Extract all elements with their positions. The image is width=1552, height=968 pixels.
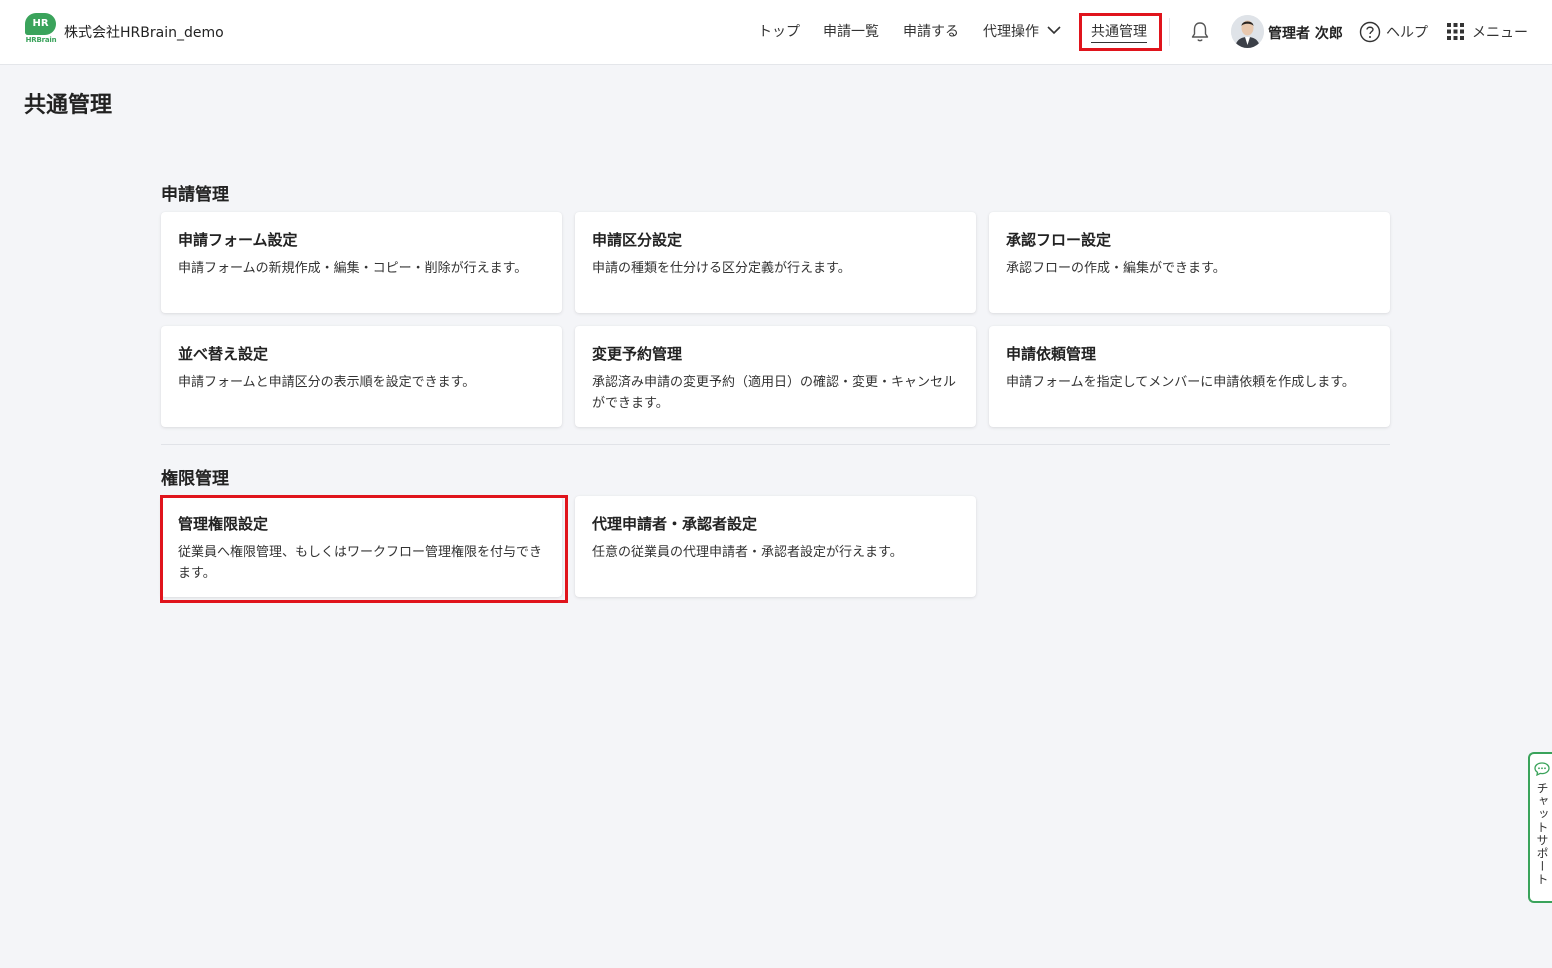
- bell-icon[interactable]: [1190, 21, 1210, 43]
- user-avatar[interactable]: [1231, 15, 1264, 48]
- card-title: 承認フロー設定: [1006, 231, 1112, 249]
- card-description: 承認フローの作成・編集ができます。: [1006, 261, 1226, 276]
- card-description: 承認済み申請の変更予約（適用日）の確認・変更・キャンセルができます。: [592, 375, 957, 411]
- help-icon[interactable]: [1359, 21, 1381, 43]
- card-proxy-applicant-approver-settings[interactable]: 代理申請者・承認者設定 任意の従業員の代理申請者・承認者設定が行えます。: [575, 496, 976, 597]
- nav-proxy-operation[interactable]: 代理操作: [983, 21, 1039, 41]
- card-description: 申請フォームの新規作成・編集・コピー・削除が行えます。: [178, 261, 528, 276]
- card-application-request-management[interactable]: 申請依頼管理 申請フォームを指定してメンバーに申請依頼を作成します。: [989, 326, 1390, 427]
- company-name: 株式会社HRBrain_demo: [64, 25, 224, 41]
- card-title: 申請依頼管理: [1006, 345, 1097, 363]
- user-name[interactable]: 管理者 次郎: [1268, 23, 1343, 43]
- card-application-category-settings[interactable]: 申請区分設定 申請の種類を仕分ける区分定義が行えます。: [575, 212, 976, 313]
- section-title-permission: 権限管理: [161, 469, 229, 489]
- logo-bubble: HR: [25, 13, 56, 35]
- avatar-person-icon: [1231, 15, 1264, 48]
- nav-common-management[interactable]: 共通管理: [1091, 21, 1147, 43]
- hrbrain-logo[interactable]: HR HRBrain: [24, 13, 58, 47]
- card-sort-settings[interactable]: 並べ替え設定 申請フォームと申請区分の表示順を設定できます。: [161, 326, 562, 427]
- nav-application-list[interactable]: 申請一覧: [823, 21, 879, 41]
- card-application-form-settings[interactable]: 申請フォーム設定 申請フォームの新規作成・編集・コピー・削除が行えます。: [161, 212, 562, 313]
- chat-support-tab[interactable]: チャットサポート: [1528, 752, 1552, 903]
- card-approval-flow-settings[interactable]: 承認フロー設定 承認フローの作成・編集ができます。: [989, 212, 1390, 313]
- card-description: 任意の従業員の代理申請者・承認者設定が行えます。: [592, 545, 903, 560]
- chat-support-label: チャットサポート: [1535, 782, 1549, 886]
- card-title: 管理権限設定: [178, 515, 269, 533]
- card-change-reservation-management[interactable]: 変更予約管理 承認済み申請の変更予約（適用日）の確認・変更・キャンセルができます…: [575, 326, 976, 427]
- app-header: HR HRBrain 株式会社HRBrain_demo トップ 申請一覧 申請す…: [0, 0, 1552, 65]
- card-title: 代理申請者・承認者設定: [592, 515, 758, 533]
- menu-link[interactable]: メニュー: [1472, 22, 1528, 42]
- nav-top[interactable]: トップ: [758, 21, 800, 41]
- card-admin-permission-settings[interactable]: 管理権限設定 従業員へ権限管理、もしくはワークフロー管理権限を付与できます。: [161, 496, 562, 597]
- logo-subtext: HRBrain: [25, 36, 57, 44]
- help-link[interactable]: ヘルプ: [1386, 22, 1428, 42]
- section-title-application: 申請管理: [161, 185, 229, 205]
- card-description: 申請フォームを指定してメンバーに申請依頼を作成します。: [1006, 375, 1355, 390]
- nav-divider: [1169, 18, 1170, 46]
- card-description: 申請フォームと申請区分の表示順を設定できます。: [178, 375, 476, 390]
- chevron-down-icon[interactable]: [1046, 24, 1062, 36]
- nav-apply[interactable]: 申請する: [903, 21, 959, 41]
- grid-menu-icon[interactable]: [1447, 23, 1464, 40]
- card-description: 申請の種類を仕分ける区分定義が行えます。: [592, 261, 851, 276]
- card-title: 変更予約管理: [592, 345, 683, 363]
- chat-bubble-icon: [1534, 762, 1550, 776]
- card-title: 並べ替え設定: [178, 345, 269, 363]
- page-title: 共通管理: [24, 93, 113, 118]
- card-title: 申請区分設定: [592, 231, 683, 249]
- section-divider: [161, 444, 1390, 445]
- card-description: 従業員へ権限管理、もしくはワークフロー管理権限を付与できます。: [178, 545, 543, 581]
- card-title: 申請フォーム設定: [178, 231, 298, 249]
